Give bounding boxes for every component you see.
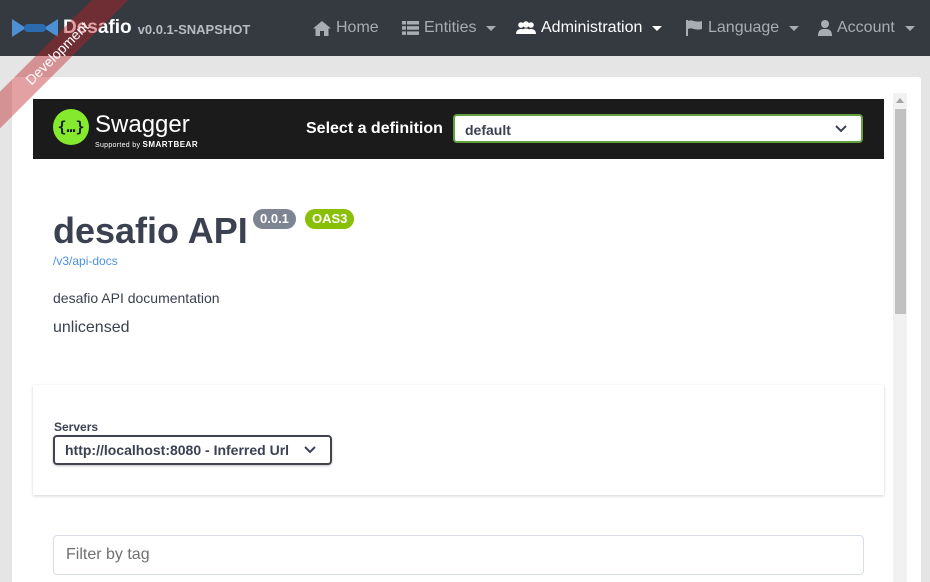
chevron-down-icon [486,25,497,31]
swagger-subtitle-brand: SMARTBEAR [142,140,199,149]
chevron-down-icon [652,25,663,31]
swagger-logo-icon[interactable]: {…} [53,109,89,145]
chevron-down-icon [304,446,316,454]
api-title: desafio API [53,210,248,251]
users-cog-icon [516,21,536,34]
nav-administration[interactable]: Administration [516,0,663,56]
nav-entities[interactable]: Entities [402,0,497,56]
brand[interactable]: Desafio v0.0.1-SNAPSHOT [12,0,250,56]
nav-language[interactable]: Language [686,0,800,56]
swagger-subtitle: Supported by SMARTBEAR [95,140,198,149]
swagger-topbar: {…} Swagger Supported by SMARTBEAR Selec… [33,99,884,159]
top-navbar: Desafio v0.0.1-SNAPSHOT Home Entities Ad… [0,0,930,56]
nav-home[interactable]: Home [313,0,379,56]
nav-home-label: Home [336,19,379,36]
filter-placeholder: Filter by tag [66,546,150,563]
nav-administration-label: Administration [541,19,643,36]
definition-label: Select a definition [306,120,443,137]
chevron-down-icon [835,125,847,133]
swagger-subtitle-prefix: Supported by [95,142,141,149]
nav-language-label: Language [708,19,780,36]
servers-select[interactable]: http://localhost:8080 - Inferred Url [53,435,332,465]
servers-section: Servers http://localhost:8080 - Inferred… [33,385,884,495]
nav-entities-label: Entities [424,19,477,36]
api-license: unlicensed [53,319,130,336]
scroll-thumb[interactable] [895,109,906,314]
scroll-up-arrow-icon[interactable] [896,98,904,103]
content-card: {…} Swagger Supported by SMARTBEAR Selec… [12,77,921,582]
definition-select[interactable]: default [453,114,863,143]
definition-select-value: default [465,122,511,138]
api-description: desafio API documentation [53,290,220,306]
list-icon [402,21,419,35]
flag-icon [686,20,702,36]
brand-version: v0.0.1-SNAPSHOT [137,22,251,37]
brand-logo-icon [12,19,58,37]
api-docs-link[interactable]: /v3/api-docs [53,254,118,268]
user-icon [818,20,832,36]
chevron-down-icon [904,25,915,31]
vertical-scrollbar[interactable] [893,93,907,582]
filter-by-tag-input[interactable]: Filter by tag [53,535,864,575]
nav-account[interactable]: Account [818,0,915,56]
swagger-title: Swagger [95,111,190,138]
home-icon [313,20,331,36]
servers-select-value: http://localhost:8080 - Inferred Url [65,442,290,458]
nav-account-label: Account [837,19,895,36]
servers-label: Servers [54,420,99,434]
chevron-down-icon [789,25,800,31]
brand-name: Desafio [63,17,132,38]
version-badge: 0.0.1 [253,209,296,229]
oas-badge: OAS3 [305,209,355,229]
